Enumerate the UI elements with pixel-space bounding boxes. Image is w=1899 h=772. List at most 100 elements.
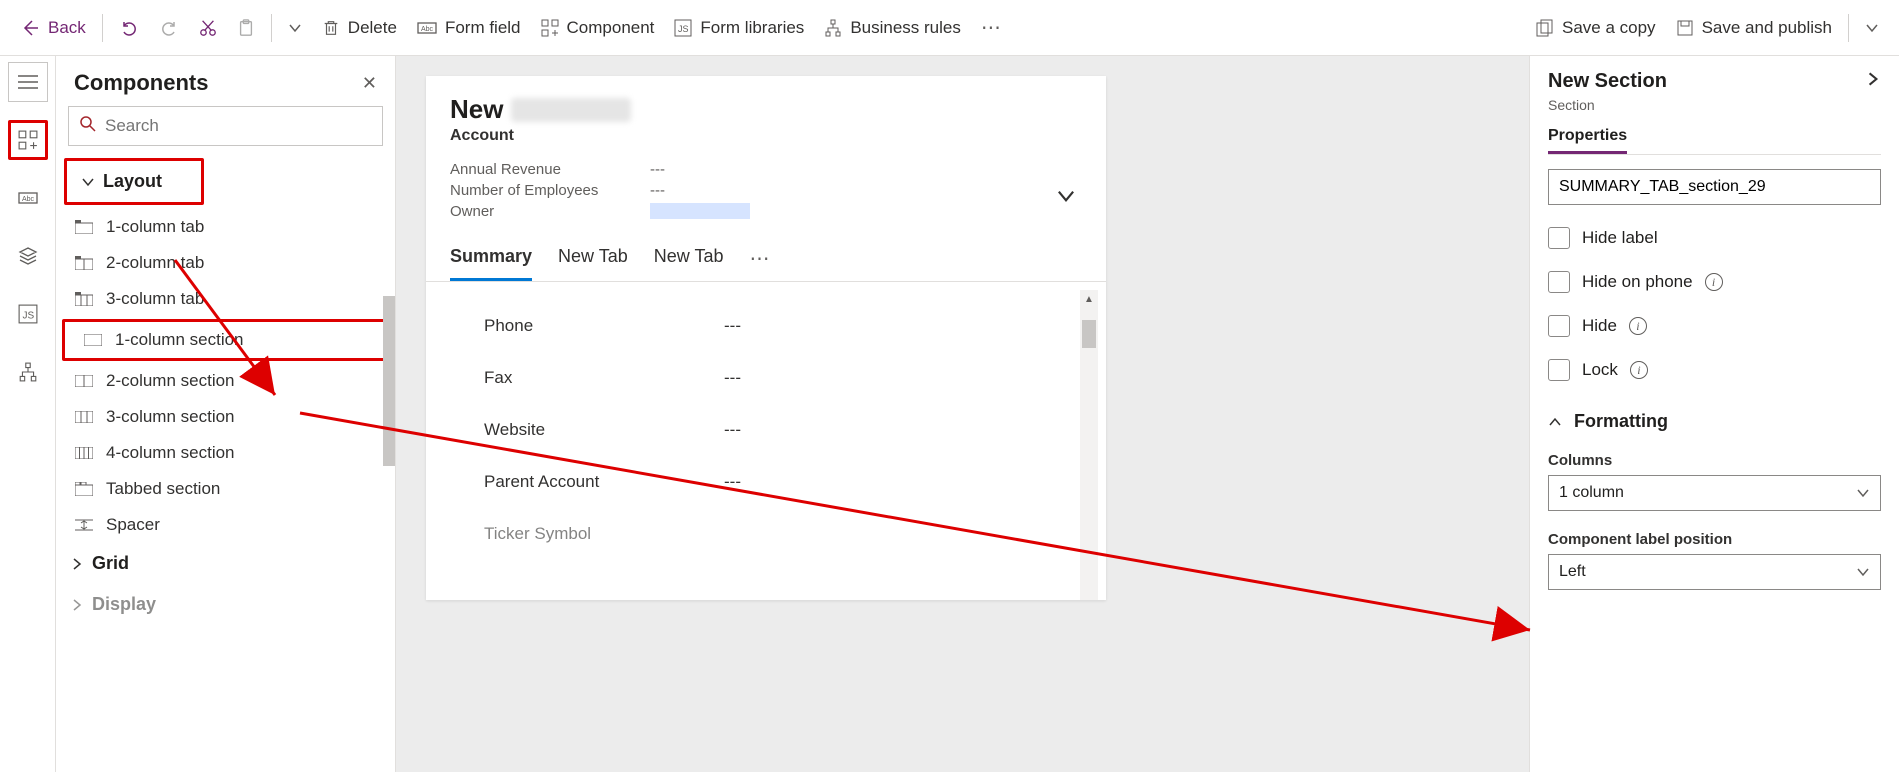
back-button[interactable]: Back [10, 12, 96, 44]
hide-phone-checkbox[interactable]: Hide on phonei [1548, 271, 1881, 293]
form-field-rail-button[interactable]: Abc [8, 178, 48, 218]
scroll-up-icon[interactable]: ▲ [1080, 290, 1098, 308]
tab-3col-icon [74, 291, 94, 307]
component-button[interactable]: Component [531, 12, 665, 44]
form-field-button[interactable]: Abc Form field [407, 12, 531, 44]
component-icon [541, 19, 559, 37]
save-copy-button[interactable]: Save a copy [1526, 12, 1666, 44]
delete-button[interactable]: Delete [312, 12, 407, 44]
layers-rail-button[interactable] [8, 236, 48, 276]
layout-item-spacer[interactable]: Spacer [56, 507, 395, 543]
grid-category-header[interactable]: Grid [56, 543, 395, 584]
left-rail: Abc JS [0, 56, 56, 772]
search-icon [79, 115, 97, 138]
tab-new-2[interactable]: New Tab [654, 246, 724, 281]
hide-label-checkbox[interactable]: Hide label [1548, 227, 1881, 249]
field-row: Fax--- [434, 352, 1098, 404]
scrollbar-thumb[interactable] [383, 296, 395, 466]
display-header-label: Display [92, 594, 156, 615]
tabbed-section-icon [74, 481, 94, 497]
form-field-label: Form field [445, 18, 521, 38]
redacted-title [511, 98, 631, 122]
component-label: Component [567, 18, 655, 38]
paste-button[interactable] [227, 13, 265, 43]
chevron-down-icon [81, 175, 95, 189]
field-row: Ticker Symbol [434, 508, 1098, 560]
js-rail-button[interactable]: JS [8, 294, 48, 334]
top-toolbar: Back Delete Abc Form field Component JS … [0, 0, 1899, 56]
hide-checkbox[interactable]: Hidei [1548, 315, 1881, 337]
field-row: Parent Account--- [434, 456, 1098, 508]
chevron-right-icon[interactable] [1865, 71, 1881, 92]
back-label: Back [48, 18, 86, 38]
business-rules-label: Business rules [850, 18, 961, 38]
chevron-down-button-2[interactable] [1855, 15, 1889, 41]
label-pos-select[interactable]: Left [1548, 554, 1881, 590]
tree-rail-button[interactable] [8, 352, 48, 392]
redo-button[interactable] [149, 12, 189, 44]
properties-subtitle: Section [1548, 97, 1881, 113]
hf-label-1: Number of Employees [450, 182, 630, 199]
info-icon[interactable]: i [1630, 361, 1648, 379]
separator [1848, 14, 1849, 42]
search-input[interactable] [105, 116, 372, 136]
properties-title: New Section [1548, 70, 1667, 93]
tab-new-1[interactable]: New Tab [558, 246, 628, 281]
layout-item-3col-tab[interactable]: 3-column tab [56, 281, 395, 317]
layout-item-1col-section[interactable]: 1-column section [62, 319, 389, 361]
columns-select[interactable]: 1 column [1548, 475, 1881, 511]
save-publish-button[interactable]: Save and publish [1666, 12, 1842, 44]
section-2col-icon [74, 373, 94, 389]
components-rail-button[interactable] [8, 120, 48, 160]
entity-name: Account [450, 127, 1082, 145]
delete-label: Delete [348, 18, 397, 38]
cut-button[interactable] [189, 13, 227, 43]
scroll-thumb[interactable] [1082, 320, 1096, 348]
close-icon[interactable]: ✕ [362, 73, 377, 94]
tabs-more-icon[interactable]: ⋯ [749, 246, 769, 281]
display-category-header[interactable]: Display [56, 584, 395, 625]
tab-1col-icon [74, 219, 94, 235]
save-publish-icon [1676, 19, 1694, 37]
form-tabs: Summary New Tab New Tab ⋯ [426, 222, 1106, 282]
form-libraries-button[interactable]: JS Form libraries [664, 12, 814, 44]
business-rules-button[interactable]: Business rules [814, 12, 971, 44]
properties-panel: New Section Section Properties Hide labe… [1529, 56, 1899, 772]
save-publish-label: Save and publish [1702, 18, 1832, 38]
label-pos-label: Component label position [1548, 531, 1881, 548]
undo-button[interactable] [109, 12, 149, 44]
more-button[interactable]: ⋯ [971, 9, 1011, 46]
layout-category-header[interactable]: Layout [64, 158, 204, 205]
section-4col-icon [74, 445, 94, 461]
form-field-icon: Abc [417, 20, 437, 36]
chevron-down-icon [1856, 565, 1870, 579]
search-input-wrap[interactable] [68, 106, 383, 146]
svg-text:JS: JS [678, 24, 689, 34]
layout-item-4col-section[interactable]: 4-column section [56, 435, 395, 471]
layout-item-1col-tab[interactable]: 1-column tab [56, 209, 395, 245]
hf-label-2: Owner [450, 203, 630, 220]
info-icon[interactable]: i [1629, 317, 1647, 335]
section-1col-icon [83, 332, 103, 348]
info-icon[interactable]: i [1705, 273, 1723, 291]
hamburger-button[interactable] [8, 62, 48, 102]
layout-item-2col-section[interactable]: 2-column section [56, 363, 395, 399]
layout-item-tabbed-section[interactable]: Tabbed section [56, 471, 395, 507]
lock-checkbox[interactable]: Locki [1548, 359, 1881, 381]
chevron-down-button[interactable] [278, 15, 312, 41]
chevron-right-icon [70, 557, 84, 571]
redacted-owner [650, 203, 750, 219]
save-copy-label: Save a copy [1562, 18, 1656, 38]
section-name-input[interactable] [1548, 169, 1881, 205]
formatting-header[interactable]: Formatting [1548, 411, 1881, 432]
columns-label: Columns [1548, 452, 1881, 469]
form-header: New Account Annual Revenue--- Number of … [426, 76, 1106, 222]
section-scrollbar[interactable]: ▲ [1080, 290, 1098, 600]
layout-item-2col-tab[interactable]: 2-column tab [56, 245, 395, 281]
header-expand-chevron[interactable] [1056, 186, 1076, 211]
arrow-left-icon [20, 18, 40, 38]
section-body[interactable]: Phone--- Fax--- Website--- Parent Accoun… [434, 290, 1098, 600]
tab-summary[interactable]: Summary [450, 246, 532, 281]
properties-tab[interactable]: Properties [1548, 127, 1627, 154]
layout-item-3col-section[interactable]: 3-column section [56, 399, 395, 435]
